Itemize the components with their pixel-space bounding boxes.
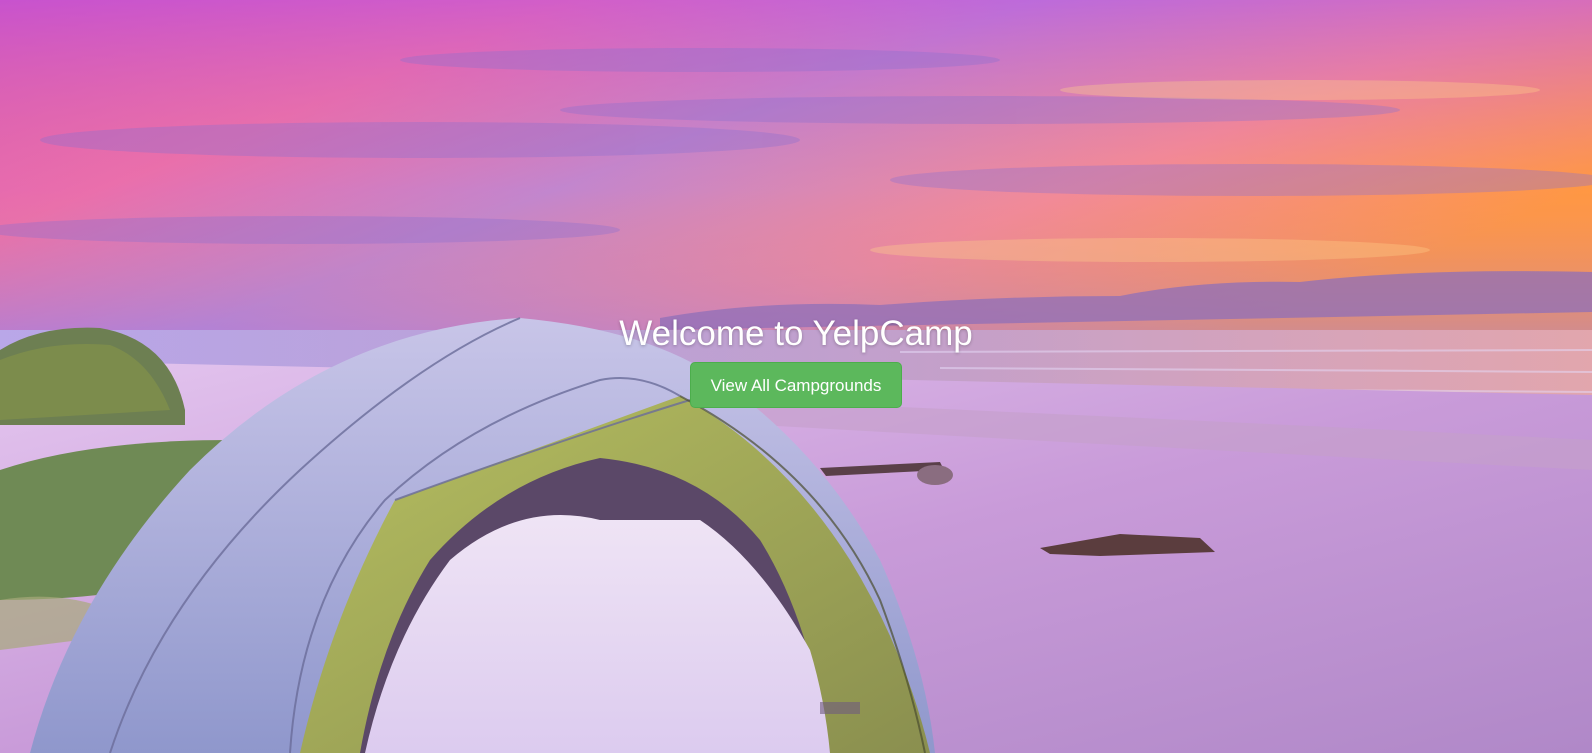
- hero-title: Welcome to YelpCamp: [619, 314, 973, 353]
- hero-content: Welcome to YelpCamp View All Campgrounds: [0, 312, 1592, 408]
- view-all-campgrounds-button[interactable]: View All Campgrounds: [690, 362, 902, 408]
- landing-page: Welcome to YelpCamp View All Campgrounds: [0, 0, 1592, 753]
